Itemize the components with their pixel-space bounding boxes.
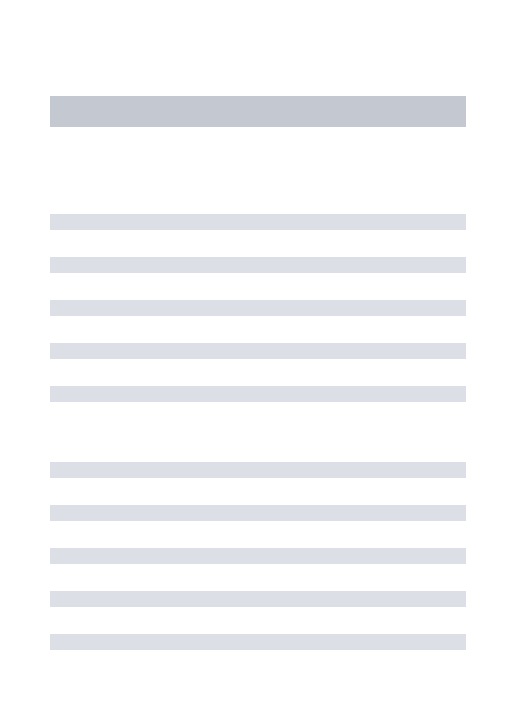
text-line-placeholder [50,343,466,359]
skeleton-container [0,0,516,650]
text-line-placeholder [50,505,466,521]
text-line-placeholder [50,462,466,478]
text-line-placeholder [50,386,466,402]
text-line-placeholder [50,300,466,316]
header-placeholder [50,96,466,127]
paragraph-placeholder-1 [50,214,466,402]
text-line-placeholder [50,214,466,230]
text-line-placeholder [50,634,466,650]
text-line-placeholder [50,591,466,607]
paragraph-placeholder-2 [50,462,466,650]
text-line-placeholder [50,548,466,564]
text-line-placeholder [50,257,466,273]
